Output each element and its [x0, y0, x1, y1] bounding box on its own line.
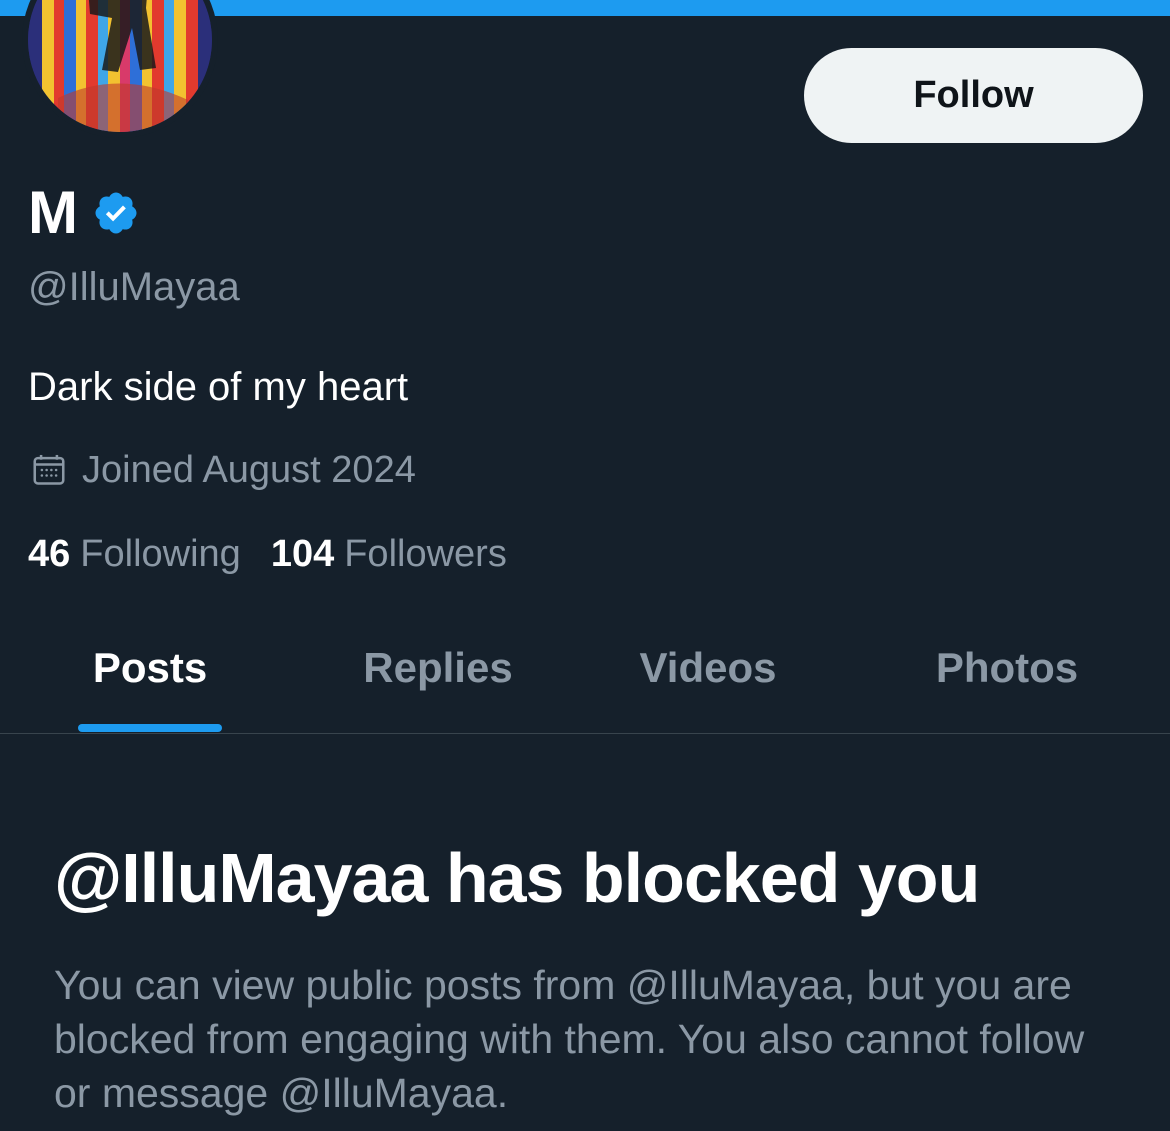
profile-bio: Dark side of my heart	[28, 365, 409, 409]
tab-posts[interactable]: Posts	[78, 642, 222, 702]
following-count: 46	[28, 533, 71, 575]
blocked-description: You can view public posts from @IlluMaya…	[54, 962, 1085, 1116]
profile-page: Follow M @IlluMayaa Dark side of my hear…	[0, 0, 1170, 1131]
display-name: M	[28, 179, 78, 246]
stats-row: 46 Following 104 Followers	[28, 532, 507, 576]
profile-tabs: Posts Replies Videos Photos	[0, 620, 1170, 734]
following-link[interactable]: 46 Following	[28, 532, 241, 576]
joined-date: Joined August 2024	[82, 449, 416, 491]
followers-link[interactable]: 104 Followers	[271, 532, 507, 576]
follow-button[interactable]: Follow	[804, 48, 1143, 143]
tab-videos[interactable]: Videos	[618, 642, 798, 702]
blocked-title: @IlluMayaa has blocked you	[54, 839, 980, 917]
calendar-icon	[30, 451, 68, 489]
avatar[interactable]	[22, 0, 218, 138]
following-label: Following	[80, 533, 241, 575]
tab-photos[interactable]: Photos	[906, 642, 1108, 702]
tab-replies[interactable]: Replies	[340, 642, 536, 702]
active-tab-indicator	[78, 724, 222, 732]
profile-handle: @IlluMayaa	[28, 265, 240, 309]
followers-count: 104	[270, 533, 335, 575]
name-row: M	[28, 182, 140, 244]
joined-row: Joined August 2024	[30, 448, 416, 492]
verified-badge-icon[interactable]	[92, 189, 140, 237]
followers-label: Followers	[344, 533, 507, 575]
